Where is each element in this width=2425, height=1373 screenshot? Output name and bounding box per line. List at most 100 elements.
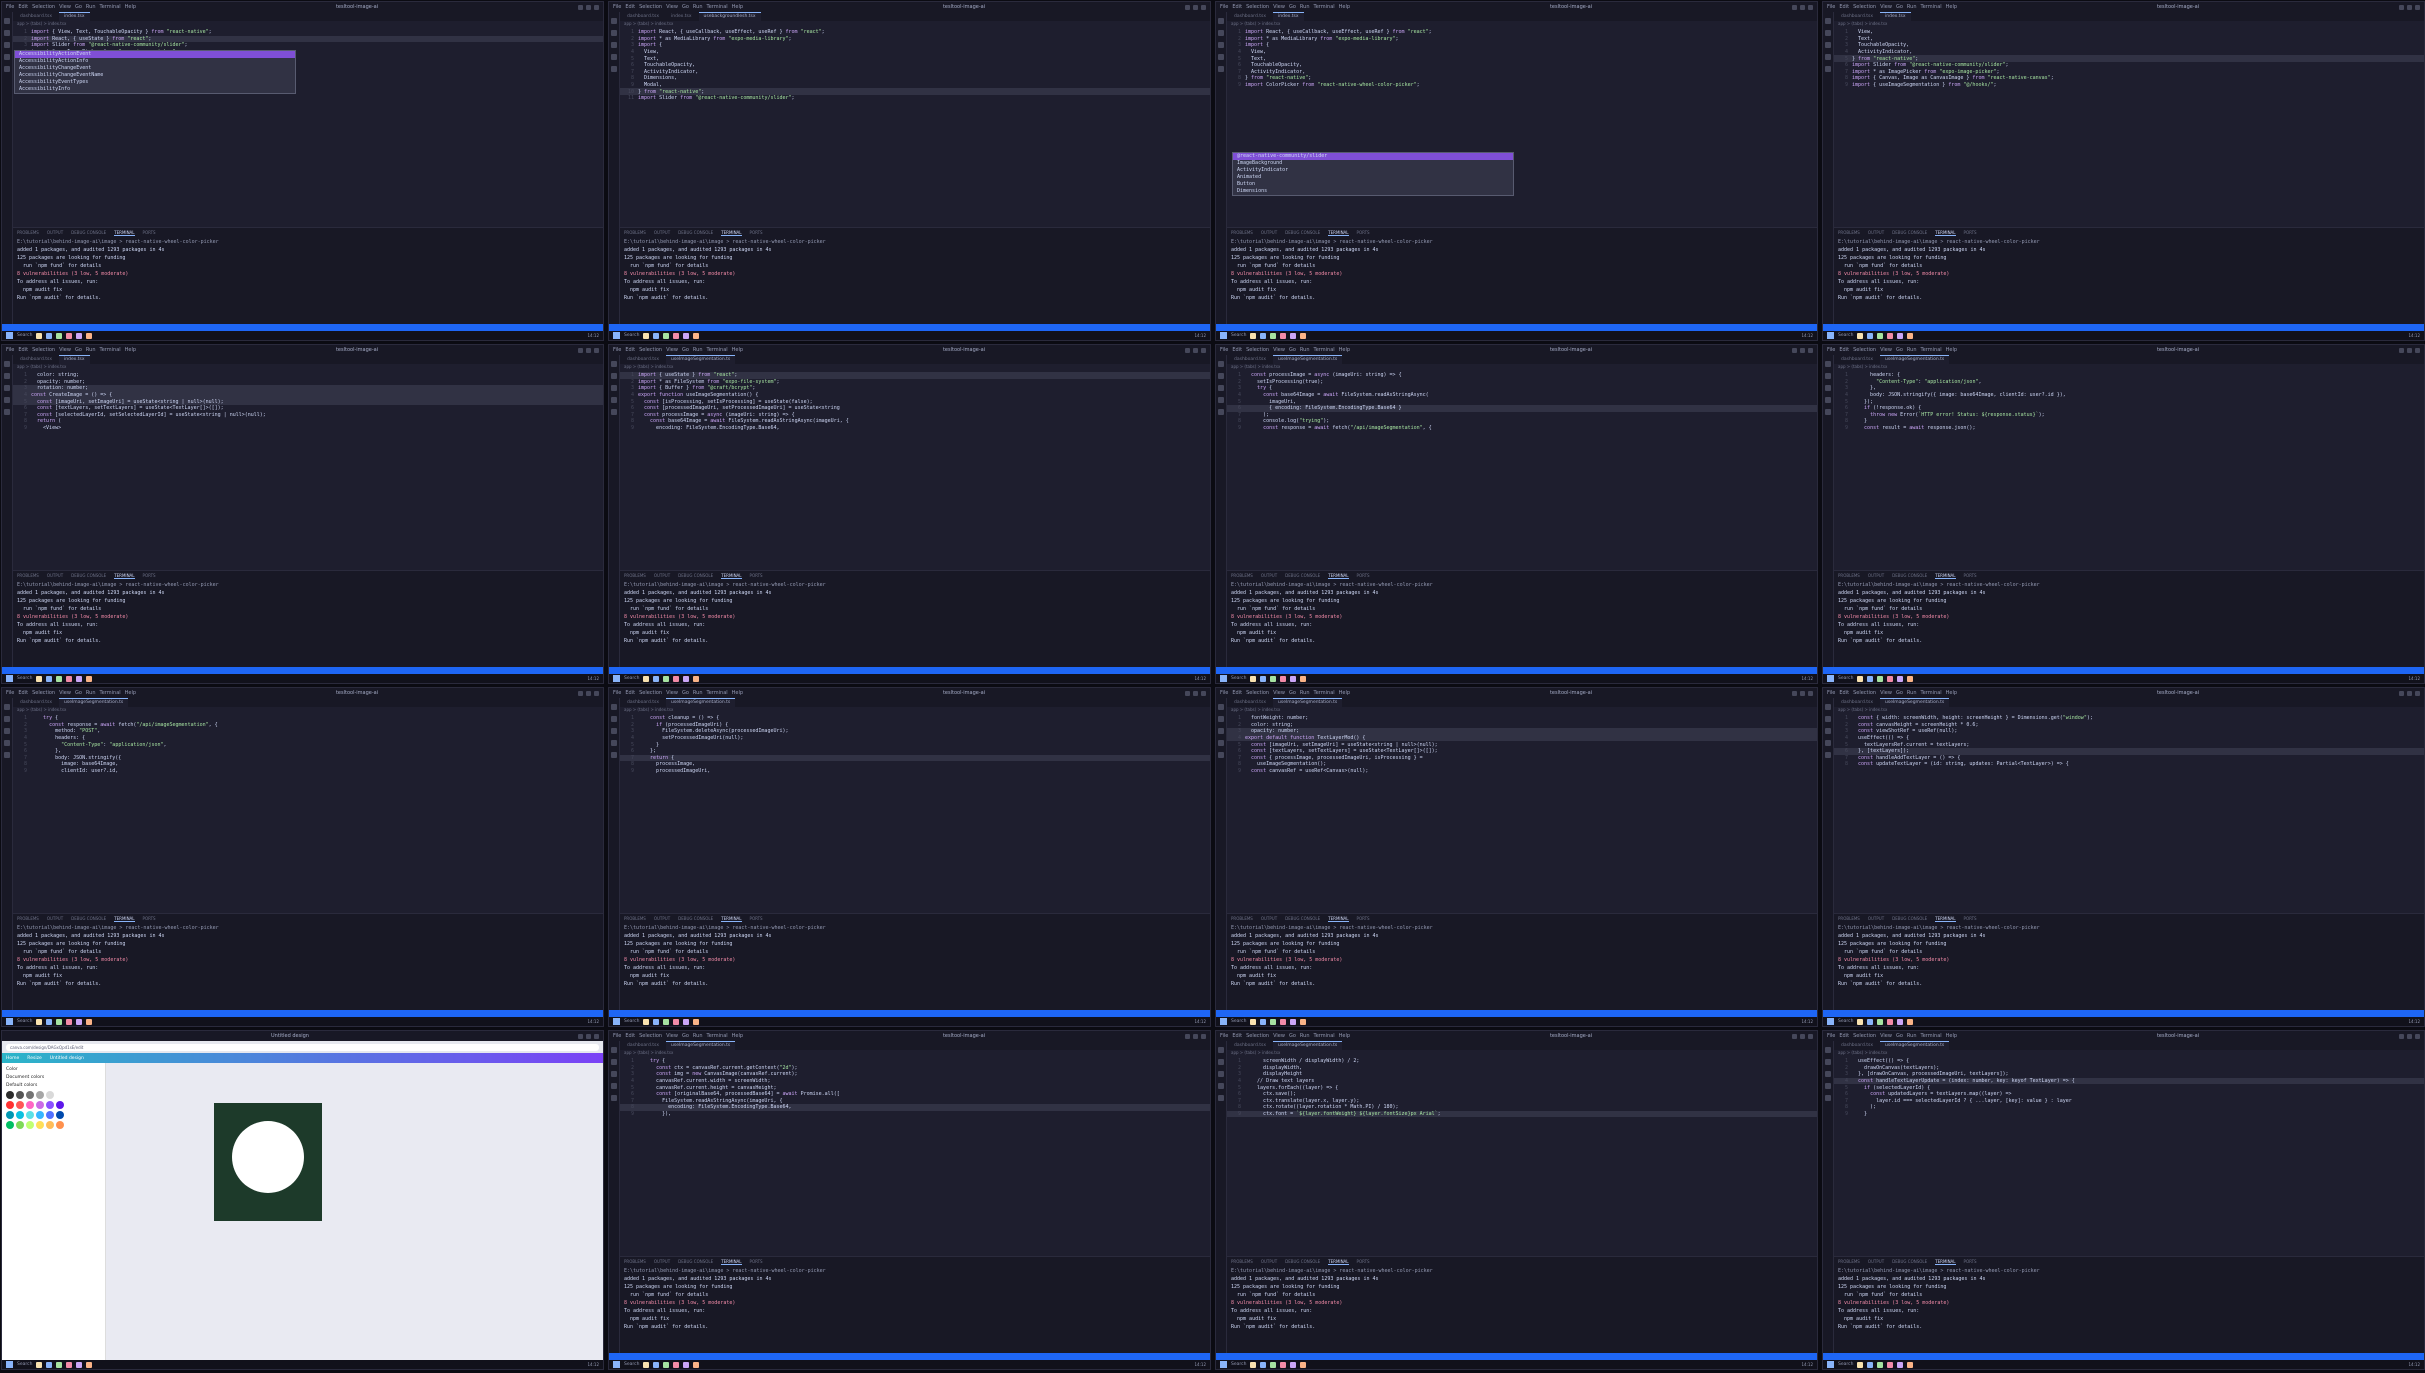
extensions-icon[interactable] bbox=[1825, 752, 1831, 758]
terminal-tab-output[interactable]: OUTPUT bbox=[654, 1259, 670, 1265]
window-controls[interactable] bbox=[577, 690, 599, 696]
taskbar-app-icon[interactable] bbox=[1867, 1361, 1874, 1368]
menu-help[interactable]: Help bbox=[125, 690, 136, 696]
color-swatch[interactable] bbox=[46, 1111, 54, 1119]
color-swatch[interactable] bbox=[56, 1111, 64, 1119]
terminal-tab-ports[interactable]: PORTS bbox=[143, 230, 156, 236]
taskbar-app-icon[interactable] bbox=[1887, 1361, 1894, 1368]
terminal-panel[interactable]: PROBLEMS OUTPUT DEBUG CONSOLE TERMINAL PORTS… bbox=[1834, 570, 2424, 667]
debug-icon[interactable] bbox=[1218, 54, 1224, 60]
taskbar-app-icon[interactable] bbox=[1867, 332, 1874, 339]
menu-view[interactable]: View bbox=[1880, 4, 1892, 10]
menu-terminal[interactable]: Terminal bbox=[1921, 1033, 1942, 1039]
taskbar-app-icon[interactable] bbox=[1290, 1361, 1297, 1368]
editor-tab[interactable]: dashboard.tsx bbox=[622, 12, 665, 21]
close-icon[interactable] bbox=[1807, 690, 1813, 696]
taskbar-app-icon[interactable] bbox=[1280, 332, 1287, 339]
taskbar-app-icon[interactable] bbox=[66, 1361, 73, 1368]
terminal-tab-terminal[interactable]: TERMINAL bbox=[721, 1259, 742, 1265]
terminal-tab-ports[interactable]: PORTS bbox=[1357, 573, 1370, 579]
terminal-tab-debug-console[interactable]: DEBUG CONSOLE bbox=[1285, 916, 1320, 922]
minimize-icon[interactable] bbox=[577, 4, 583, 10]
window-controls[interactable] bbox=[1791, 4, 1813, 10]
taskbar-search[interactable]: Search bbox=[1231, 1019, 1246, 1024]
menu-view[interactable]: View bbox=[59, 347, 71, 353]
terminal-tab-debug-console[interactable]: DEBUG CONSOLE bbox=[1285, 1259, 1320, 1265]
terminal-tab-debug-console[interactable]: DEBUG CONSOLE bbox=[1892, 1259, 1927, 1265]
search-icon[interactable] bbox=[4, 30, 10, 36]
editor-tab[interactable]: dashboard.tsx bbox=[1229, 355, 1272, 364]
window-controls[interactable] bbox=[1184, 690, 1206, 696]
color-swatch[interactable] bbox=[26, 1101, 34, 1109]
menu-view[interactable]: View bbox=[1880, 690, 1892, 696]
editor-tab[interactable]: dashboard.tsx bbox=[622, 1041, 665, 1050]
menu-file[interactable]: File bbox=[6, 690, 14, 696]
terminal-tab-ports[interactable]: PORTS bbox=[1357, 230, 1370, 236]
taskbar-search[interactable]: Search bbox=[1838, 333, 1853, 338]
taskbar-search[interactable]: Search bbox=[17, 1362, 32, 1367]
code-area[interactable]: 1 const { width: screenWidth, height: sc… bbox=[1834, 713, 2424, 913]
taskbar-app-icon[interactable] bbox=[66, 675, 73, 682]
editor-tab[interactable]: dashboard.tsx bbox=[15, 355, 58, 364]
extensions-icon[interactable] bbox=[4, 752, 10, 758]
menu-terminal[interactable]: Terminal bbox=[1314, 347, 1335, 353]
terminal-tab-output[interactable]: OUTPUT bbox=[1868, 573, 1884, 579]
menu-go[interactable]: Go bbox=[75, 4, 82, 10]
menu-selection[interactable]: Selection bbox=[1246, 4, 1269, 10]
menu-terminal[interactable]: Terminal bbox=[1314, 4, 1335, 10]
menu-selection[interactable]: Selection bbox=[1853, 4, 1876, 10]
start-icon[interactable] bbox=[613, 675, 620, 682]
taskbar-app-icon[interactable] bbox=[36, 1361, 43, 1368]
menu-terminal[interactable]: Terminal bbox=[1921, 347, 1942, 353]
maximize-icon[interactable] bbox=[1799, 690, 1805, 696]
files-icon[interactable] bbox=[1218, 361, 1224, 367]
minimize-icon[interactable] bbox=[1184, 347, 1190, 353]
editor-tab[interactable]: usebackgroundlesh.tsx bbox=[698, 12, 761, 21]
debug-icon[interactable] bbox=[4, 54, 10, 60]
files-icon[interactable] bbox=[4, 361, 10, 367]
terminal-tab-output[interactable]: OUTPUT bbox=[1261, 573, 1277, 579]
files-icon[interactable] bbox=[1218, 1047, 1224, 1053]
taskbar-app-icon[interactable] bbox=[1270, 1018, 1277, 1025]
taskbar-app-icon[interactable] bbox=[1907, 332, 1914, 339]
menu-selection[interactable]: Selection bbox=[639, 1033, 662, 1039]
menu-terminal[interactable]: Terminal bbox=[100, 690, 121, 696]
terminal-tab-problems[interactable]: PROBLEMS bbox=[1838, 230, 1860, 236]
extensions-icon[interactable] bbox=[1825, 66, 1831, 72]
terminal-tab-output[interactable]: OUTPUT bbox=[1868, 916, 1884, 922]
terminal-tab-output[interactable]: OUTPUT bbox=[47, 230, 63, 236]
maximize-icon[interactable] bbox=[585, 4, 591, 10]
terminal-tab-terminal[interactable]: TERMINAL bbox=[1935, 1259, 1956, 1265]
terminal-panel[interactable]: PROBLEMS OUTPUT DEBUG CONSOLE TERMINAL PORTS… bbox=[1227, 227, 1817, 324]
search-icon[interactable] bbox=[1218, 373, 1224, 379]
code-area[interactable]: 1 import React, { useCallback, useEffect,… bbox=[620, 27, 1210, 227]
terminal-tab-output[interactable]: OUTPUT bbox=[654, 573, 670, 579]
menu-go[interactable]: Go bbox=[1289, 347, 1296, 353]
terminal-panel[interactable]: PROBLEMS OUTPUT DEBUG CONSOLE TERMINAL PORTS… bbox=[1227, 913, 1817, 1010]
menu-selection[interactable]: Selection bbox=[1853, 347, 1876, 353]
maximize-icon[interactable] bbox=[1192, 1033, 1198, 1039]
menu-selection[interactable]: Selection bbox=[1853, 1033, 1876, 1039]
circle-shape[interactable] bbox=[232, 1121, 304, 1193]
canva-menu-1[interactable]: Home bbox=[6, 1056, 19, 1061]
window-controls[interactable] bbox=[2398, 690, 2420, 696]
start-icon[interactable] bbox=[1220, 332, 1227, 339]
terminal-tab-terminal[interactable]: TERMINAL bbox=[114, 916, 135, 922]
editor-tab[interactable]: dashboard.tsx bbox=[1229, 12, 1272, 21]
taskbar-app-icon[interactable] bbox=[1290, 1018, 1297, 1025]
menu-edit[interactable]: Edit bbox=[18, 4, 28, 10]
git-icon[interactable] bbox=[1218, 728, 1224, 734]
color-swatch[interactable] bbox=[16, 1091, 24, 1099]
taskbar-app-icon[interactable] bbox=[683, 1361, 690, 1368]
code-area[interactable]: 1 const processImage = async (imageUri: … bbox=[1227, 370, 1817, 570]
code-area[interactable]: 1 View, 2 Text, 3 TouchableOpacity, 4 Activ… bbox=[1834, 27, 2424, 227]
code-area[interactable]: 1 headers: {2 "Content-Type": "applicati… bbox=[1834, 370, 2424, 570]
debug-icon[interactable] bbox=[1825, 397, 1831, 403]
editor-tab[interactable]: useImageSegmentation.ts bbox=[1273, 1041, 1343, 1050]
terminal-panel[interactable]: PROBLEMS OUTPUT DEBUG CONSOLE TERMINAL PORTS… bbox=[13, 913, 603, 1010]
menu-file[interactable]: File bbox=[6, 4, 14, 10]
start-icon[interactable] bbox=[1827, 675, 1834, 682]
search-icon[interactable] bbox=[1218, 1059, 1224, 1065]
maximize-icon[interactable] bbox=[1799, 4, 1805, 10]
menu-file[interactable]: File bbox=[1220, 690, 1228, 696]
